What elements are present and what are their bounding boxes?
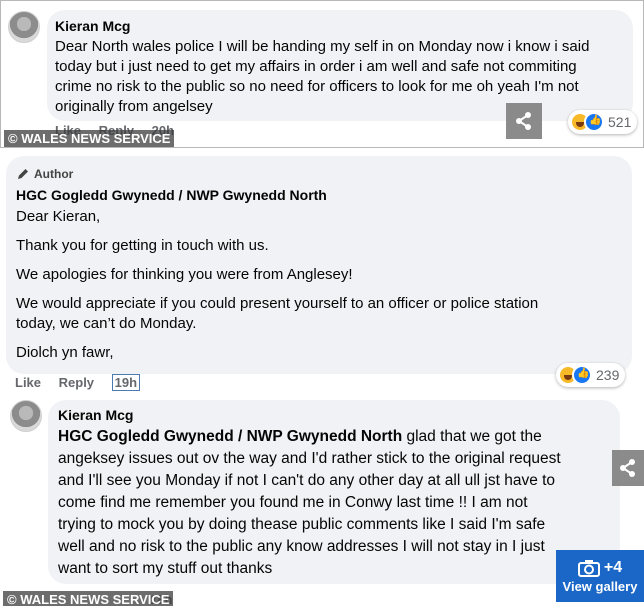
mention-link[interactable]: HGC Gogledd Gwynedd / NWP Gwynedd North bbox=[58, 428, 402, 445]
comment-line: want to sort my stuff out thanks bbox=[58, 560, 273, 577]
author-badge: Author bbox=[16, 166, 73, 182]
comment-bubble: Kieran Mcg HGC Gogledd Gwynedd / NWP Gwy… bbox=[48, 400, 620, 584]
comment-line-rest: glad that we got the bbox=[402, 428, 542, 445]
comment-line: well and no risk to the public any know … bbox=[58, 538, 545, 555]
comment-text: Dear North wales police I will be handin… bbox=[55, 37, 630, 117]
reactions-summary[interactable]: 521 bbox=[568, 110, 638, 134]
reactions-summary[interactable]: 239 bbox=[556, 363, 626, 387]
like-button[interactable]: Like bbox=[15, 375, 41, 390]
author-reply-actions: Like Reply 19h bbox=[15, 374, 154, 391]
timestamp[interactable]: 19h bbox=[111, 374, 141, 391]
share-button[interactable] bbox=[612, 450, 644, 486]
comment-line: come find me remember you found me in Co… bbox=[58, 494, 528, 511]
gallery-count-label: +4 bbox=[603, 558, 623, 576]
watermark: © WALES NEWS SERVICE bbox=[4, 130, 175, 147]
reply-signoff: Diolch yn fawr, bbox=[16, 344, 114, 361]
like-reaction-icon bbox=[572, 365, 592, 385]
watermark: © WALES NEWS SERVICE bbox=[3, 591, 174, 606]
view-gallery-button[interactable]: +4 View gallery bbox=[556, 550, 644, 602]
reply-button[interactable]: Reply bbox=[59, 375, 94, 390]
comment-line: and I'll see you Monday if not I can't d… bbox=[58, 472, 556, 489]
reply-paragraph: today, we can’t do Monday. bbox=[16, 315, 197, 332]
comment-line: today but i just need to get my affairs … bbox=[55, 58, 577, 75]
reply-thread-panel: Author HGC Gogledd Gwynedd / NWP Gwynedd… bbox=[0, 150, 644, 606]
author-reply-bubble: Author HGC Gogledd Gwynedd / NWP Gwynedd… bbox=[6, 156, 632, 374]
comment-line: crime no risk to the public so no need f… bbox=[55, 78, 579, 95]
camera-icon bbox=[577, 559, 600, 577]
comment-line: trying to mock you by doing thease publi… bbox=[58, 516, 546, 533]
reply-paragraph: We would appreciate if you could present… bbox=[16, 295, 539, 312]
reaction-count: 239 bbox=[596, 367, 620, 383]
comment-author[interactable]: Kieran Mcg bbox=[55, 17, 130, 36]
author-reply-text: Dear Kieran, Thank you for getting in to… bbox=[16, 207, 626, 363]
share-icon bbox=[620, 459, 635, 477]
comment-line: Dear North wales police I will be handin… bbox=[55, 38, 590, 55]
like-reaction-icon bbox=[584, 112, 604, 132]
reaction-count: 521 bbox=[608, 114, 632, 130]
comment-line: angeksey issues out ov the way and I'd r… bbox=[58, 450, 561, 467]
comment-bubble: Kieran Mcg Dear North wales police I wil… bbox=[47, 10, 633, 121]
pencil-icon bbox=[18, 169, 28, 179]
page-name[interactable]: HGC Gogledd Gwynedd / NWP Gwynedd North bbox=[16, 186, 327, 205]
reply-paragraph: Thank you for getting in touch with us. bbox=[16, 237, 269, 254]
top-comment-panel: Kieran Mcg Dear North wales police I wil… bbox=[0, 0, 644, 148]
comment-author[interactable]: Kieran Mcg bbox=[58, 406, 133, 425]
avatar[interactable] bbox=[10, 400, 42, 432]
share-icon bbox=[516, 112, 531, 130]
comment-text: HGC Gogledd Gwynedd / NWP Gwynedd North … bbox=[58, 426, 618, 580]
author-badge-label: Author bbox=[34, 167, 74, 181]
gallery-label: View gallery bbox=[562, 578, 638, 594]
avatar[interactable] bbox=[8, 11, 40, 43]
gallery-count: +4 bbox=[577, 558, 623, 577]
reply-greeting: Dear Kieran, bbox=[16, 208, 101, 225]
reply-paragraph: We apologies for thinking you were from … bbox=[16, 266, 353, 283]
comment-line: HGC Gogledd Gwynedd / NWP Gwynedd North … bbox=[58, 426, 618, 448]
share-button[interactable] bbox=[506, 103, 542, 139]
comment-line: originally from angelsey bbox=[55, 98, 213, 115]
